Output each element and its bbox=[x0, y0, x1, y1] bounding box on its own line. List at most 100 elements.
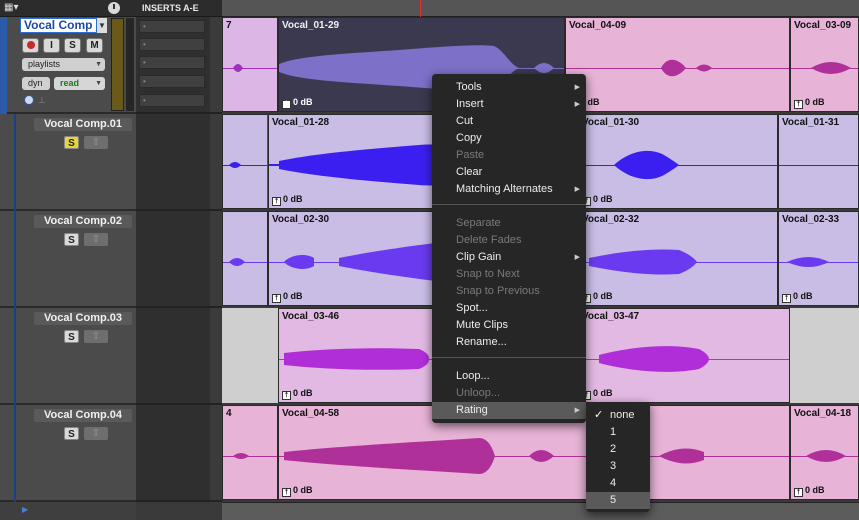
solo-button[interactable]: S bbox=[64, 233, 79, 246]
track-timebase-icon[interactable] bbox=[108, 2, 120, 14]
record-icon bbox=[26, 41, 35, 49]
menu-item-clip-gain[interactable]: Clip Gain bbox=[456, 249, 501, 266]
menu-item-tools[interactable]: Tools bbox=[456, 79, 482, 96]
clip-tail[interactable] bbox=[222, 114, 268, 209]
waveform bbox=[566, 59, 789, 77]
waveform bbox=[791, 62, 858, 74]
menu-item-rename[interactable]: Rename... bbox=[456, 334, 507, 351]
level-meter bbox=[111, 18, 124, 111]
track-edge bbox=[14, 405, 16, 502]
track-gutter bbox=[210, 17, 222, 114]
menu-item-clear[interactable]: Clear bbox=[456, 164, 482, 181]
menu-item-mute-clips[interactable]: Mute Clips bbox=[456, 317, 508, 334]
waveform bbox=[579, 150, 777, 180]
clip-context-menu: Tools ▶ Insert ▶ Cut Copy Paste Clear Ma… bbox=[432, 74, 586, 423]
rating-option-4[interactable]: 4 bbox=[610, 475, 616, 492]
clip[interactable]: Vocal_02-32 † 0 dB bbox=[578, 211, 778, 306]
menu-item-loop[interactable]: Loop... bbox=[456, 368, 490, 385]
promote-button[interactable]: ⇧ bbox=[84, 136, 108, 149]
clip[interactable]: Vocal_04-18 † 0 dB bbox=[790, 405, 859, 500]
rating-option-1[interactable]: 1 bbox=[610, 424, 616, 441]
solo-button[interactable]: S bbox=[64, 330, 79, 343]
clip[interactable]: Vocal_04-09 †0 dB bbox=[565, 17, 790, 112]
menu-item-insert[interactable]: Insert bbox=[456, 96, 484, 113]
solo-button[interactable]: S bbox=[64, 38, 81, 53]
input-monitor-button[interactable]: I bbox=[43, 38, 60, 53]
mute-button[interactable]: M bbox=[86, 38, 103, 53]
promote-button[interactable]: ⇧ bbox=[84, 330, 108, 343]
submenu-arrow-icon: ▶ bbox=[574, 101, 580, 108]
record-enable-button[interactable] bbox=[22, 38, 39, 53]
menu-separator bbox=[432, 357, 586, 358]
horizontal-scrollbar[interactable] bbox=[222, 502, 859, 520]
track-name[interactable]: Vocal Comp.03 bbox=[34, 312, 132, 325]
clip[interactable]: Vocal_01-31 bbox=[778, 114, 859, 209]
track-name[interactable]: Vocal Comp.04 bbox=[34, 409, 132, 422]
inserts-column bbox=[136, 114, 210, 211]
clip[interactable]: Vocal_02-33 † 0 dB bbox=[778, 211, 859, 306]
menu-item-cut[interactable]: Cut bbox=[456, 113, 473, 130]
rating-option-5[interactable]: 5 bbox=[610, 492, 616, 509]
track-selection-edge bbox=[0, 17, 7, 114]
link-icon: ⊥ bbox=[38, 95, 46, 105]
chevron-down-icon[interactable]: ▼ bbox=[97, 18, 107, 33]
chevron-down-icon: ▼ bbox=[95, 80, 102, 87]
rating-option-3[interactable]: 3 bbox=[610, 458, 616, 475]
submenu-arrow-icon: ▶ bbox=[574, 407, 580, 414]
play-triangle-icon[interactable]: ▶ bbox=[22, 505, 28, 514]
inserts-column bbox=[136, 211, 210, 308]
menu-item-spot[interactable]: Spot... bbox=[456, 300, 488, 317]
timeline-ruler[interactable] bbox=[222, 0, 859, 17]
promote-button[interactable]: ⇧ bbox=[84, 427, 108, 440]
waveform bbox=[579, 346, 789, 372]
waveform bbox=[223, 162, 267, 168]
clip-name: Vocal_03-09 bbox=[794, 20, 852, 31]
menu-item-snap-to-previous: Snap to Previous bbox=[456, 285, 540, 297]
clip[interactable]: Vocal_01-30 † 0 dB bbox=[578, 114, 778, 209]
playhead-marker[interactable] bbox=[420, 0, 421, 17]
clip-name: 7 bbox=[226, 20, 232, 31]
rating-option-2[interactable]: 2 bbox=[610, 441, 616, 458]
track-list-footer: ▶ bbox=[0, 502, 136, 520]
clip-tail[interactable] bbox=[222, 211, 268, 306]
rating-option-none[interactable]: none bbox=[610, 407, 634, 424]
insert-slot-e[interactable]: • bbox=[139, 94, 205, 107]
track-view-menu-icon[interactable]: ▦▾ bbox=[4, 2, 26, 14]
track-view-label: dyn bbox=[28, 78, 43, 88]
insert-slot-d[interactable]: • bbox=[139, 75, 205, 88]
menu-item-matching-alternates[interactable]: Matching Alternates bbox=[456, 181, 553, 198]
insert-slot-c[interactable]: • bbox=[139, 56, 205, 69]
clip-name: Vocal_01-31 bbox=[782, 117, 840, 128]
clip[interactable]: Vocal_03-47 † 0 dB bbox=[578, 308, 790, 403]
submenu-arrow-icon: ▶ bbox=[574, 84, 580, 91]
insert-slot-a[interactable]: • bbox=[139, 20, 205, 33]
track-view-selector[interactable]: dyn bbox=[22, 77, 50, 90]
waveform bbox=[791, 450, 858, 462]
menu-item-separate: Separate bbox=[456, 217, 501, 229]
menu-item-rating[interactable]: Rating bbox=[456, 402, 488, 419]
playlists-selector[interactable]: playlists ▼ bbox=[22, 58, 105, 71]
clip[interactable]: 7 bbox=[222, 17, 278, 112]
insert-slot-b[interactable]: • bbox=[139, 38, 205, 51]
track-name[interactable]: Vocal Comp.01 bbox=[34, 118, 132, 131]
clip[interactable]: Vocal_03-09 † 0 dB bbox=[790, 17, 859, 112]
clip[interactable]: 4 bbox=[222, 405, 278, 500]
waveform bbox=[579, 249, 777, 275]
solo-button[interactable]: S bbox=[64, 427, 79, 440]
clip-name: Vocal_02-30 bbox=[272, 214, 330, 225]
clip-name: Vocal_04-58 bbox=[282, 408, 340, 419]
track-name[interactable]: Vocal Comp.02 bbox=[34, 215, 132, 228]
track-gutter bbox=[210, 114, 222, 211]
clip-name: Vocal_02-32 bbox=[582, 214, 640, 225]
track-gutter bbox=[210, 211, 222, 308]
inserts-column bbox=[136, 405, 210, 502]
promote-button[interactable]: ⇧ bbox=[84, 233, 108, 246]
compare-icon[interactable] bbox=[24, 95, 34, 105]
track-name-field[interactable]: Vocal Comp bbox=[20, 18, 97, 33]
waveform bbox=[223, 64, 277, 72]
menu-item-copy[interactable]: Copy bbox=[456, 130, 482, 147]
chevron-down-icon: ▼ bbox=[95, 61, 102, 68]
automation-mode-selector[interactable]: read ▼ bbox=[54, 77, 105, 90]
playlists-label: playlists bbox=[28, 59, 61, 69]
solo-button[interactable]: S bbox=[64, 136, 79, 149]
